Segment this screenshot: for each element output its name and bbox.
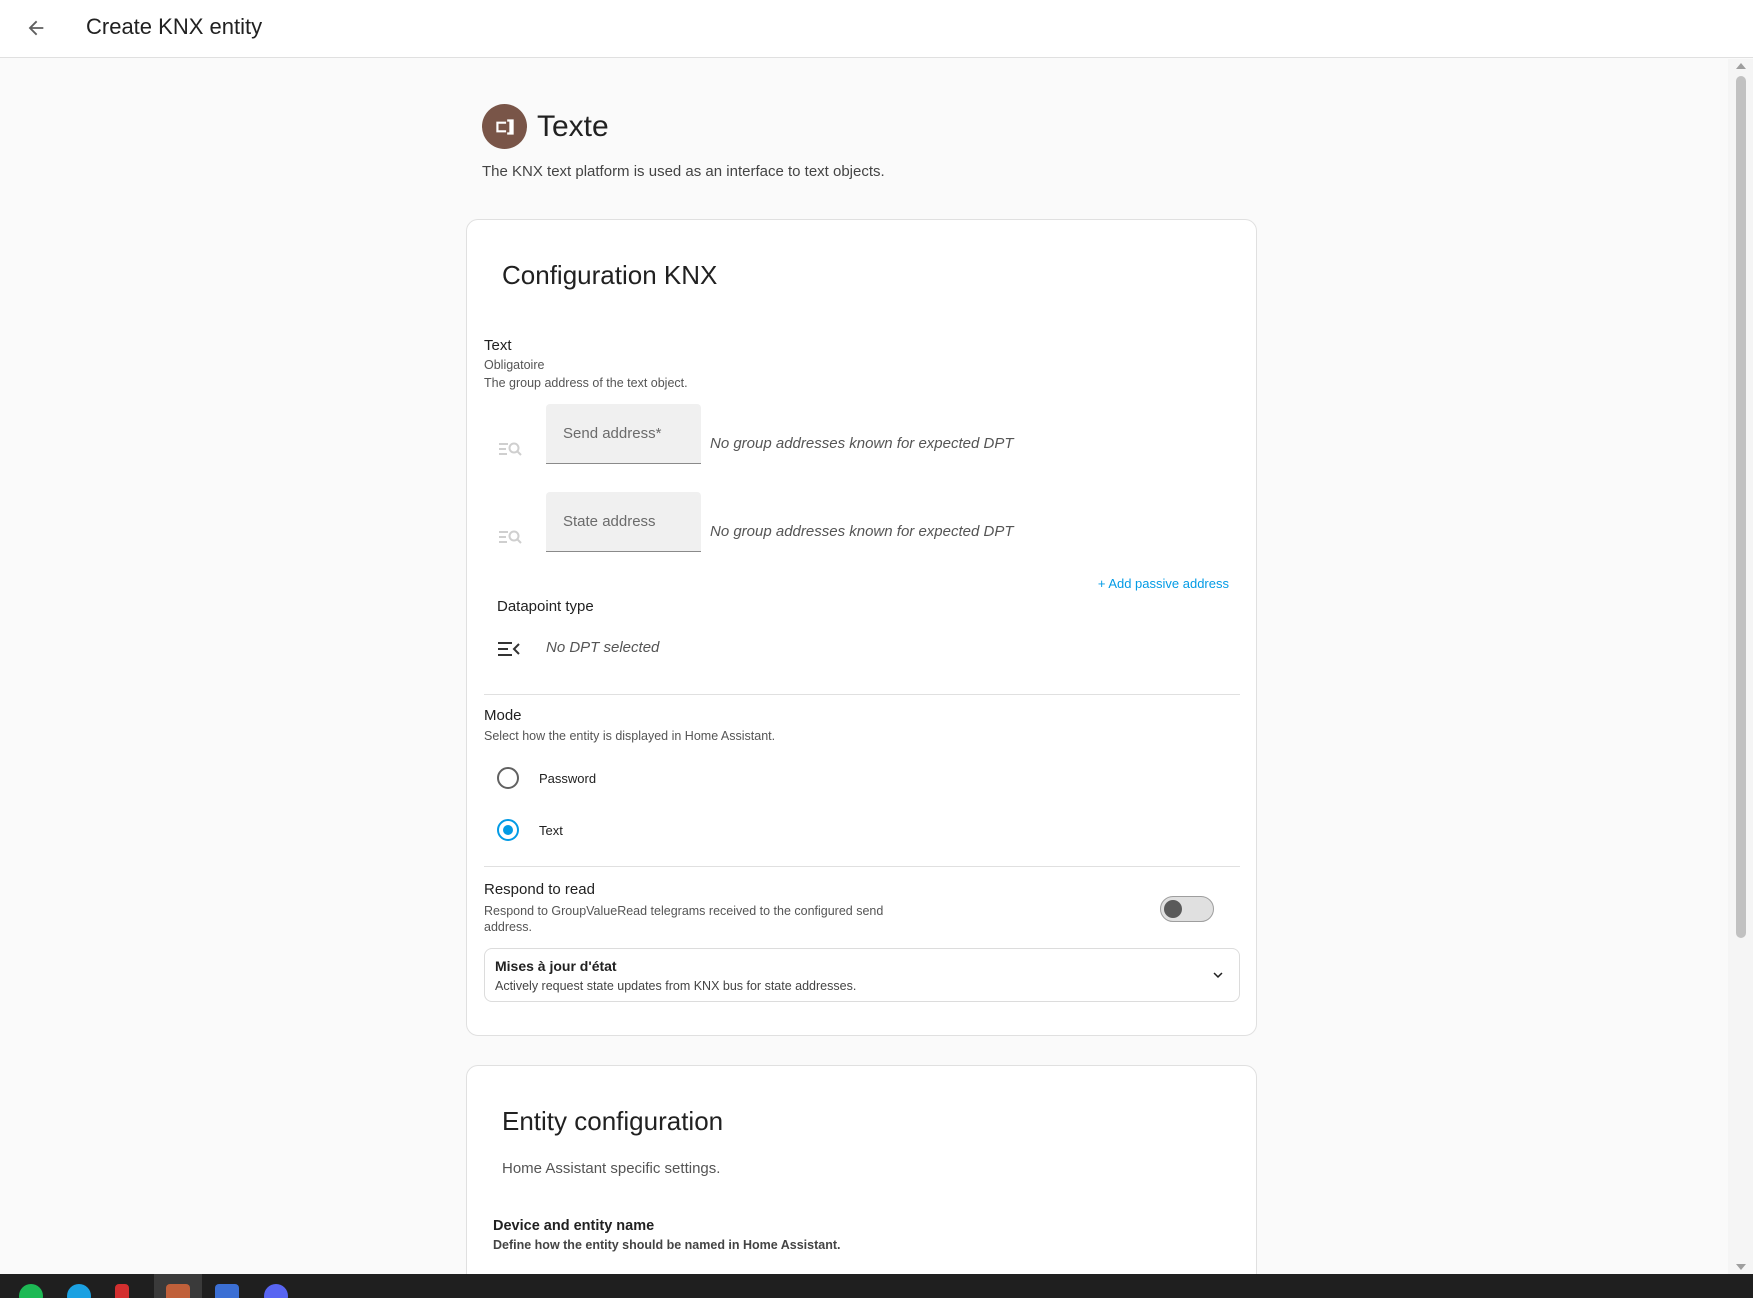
- search-list-icon[interactable]: [497, 526, 523, 546]
- text-field-label: Text: [484, 337, 512, 354]
- entity-configuration-card: Entity configuration Home Assistant spec…: [466, 1065, 1257, 1274]
- search-list-icon[interactable]: [497, 438, 523, 458]
- respond-to-read-toggle[interactable]: [1160, 896, 1214, 922]
- main-content[interactable]: Texte The KNX text platform is used as a…: [0, 59, 1728, 1274]
- entity-card-description: Home Assistant specific settings.: [502, 1160, 721, 1177]
- chevron-down-icon: [1213, 972, 1223, 978]
- spotify-icon[interactable]: [19, 1284, 43, 1298]
- respond-to-read-label: Respond to read: [484, 881, 595, 898]
- app-active-icon[interactable]: [166, 1284, 190, 1298]
- state-address-placeholder: State address: [563, 513, 656, 530]
- state-updates-title: Mises à jour d'état: [495, 958, 617, 974]
- edge-icon[interactable]: [67, 1284, 91, 1298]
- device-name-label: Device and entity name: [493, 1218, 655, 1234]
- toggle-knob: [1164, 900, 1182, 918]
- send-address-placeholder: Send address*: [563, 425, 662, 442]
- scroll-up-arrow-icon[interactable]: [1736, 63, 1746, 69]
- radio-label: Text: [539, 822, 563, 838]
- taskbar: [0, 1274, 1753, 1298]
- knx-configuration-card: Configuration KNX Text Obligatoire The g…: [466, 219, 1257, 1036]
- knx-card-title: Configuration KNX: [502, 260, 718, 290]
- mode-label: Mode: [484, 707, 522, 724]
- device-name-description: Define how the entity should be named in…: [493, 1238, 841, 1252]
- mode-option-text[interactable]: Text: [497, 819, 563, 841]
- top-app-bar: Create KNX entity: [0, 0, 1753, 58]
- text-field-required: Obligatoire: [484, 358, 545, 372]
- vertical-scrollbar[interactable]: [1728, 59, 1753, 1274]
- discord-icon[interactable]: [264, 1284, 288, 1298]
- entity-card-title: Entity configuration: [502, 1106, 724, 1136]
- dpt-label: Datapoint type: [497, 598, 594, 615]
- radio-label: Password: [539, 770, 597, 786]
- mode-option-password[interactable]: Password: [497, 767, 596, 789]
- page-title: Create KNX entity: [86, 14, 263, 39]
- state-updates-expander[interactable]: Mises à jour d'état Actively request sta…: [484, 948, 1240, 1002]
- text-box-icon: [482, 104, 527, 149]
- arrow-left-icon: [28, 20, 44, 36]
- platform-name: Texte: [537, 109, 609, 143]
- app-red-icon[interactable]: [115, 1284, 129, 1298]
- platform-description: The KNX text platform is used as an inte…: [482, 163, 885, 180]
- scrollbar-thumb[interactable]: [1736, 76, 1746, 938]
- radio-button[interactable]: [497, 767, 519, 789]
- back-button[interactable]: [20, 12, 52, 44]
- mode-description: Select how the entity is displayed in Ho…: [484, 729, 776, 743]
- divider: [484, 866, 1240, 867]
- radio-button-checked[interactable]: [497, 819, 519, 841]
- respond-to-read-description: Respond to GroupValueRead telegrams rece…: [484, 904, 884, 934]
- scroll-down-arrow-icon[interactable]: [1736, 1264, 1746, 1270]
- divider: [484, 694, 1240, 695]
- dpt-note: No DPT selected: [546, 639, 660, 656]
- state-address-note: No group addresses known for expected DP…: [710, 523, 1014, 540]
- terminal-icon[interactable]: [215, 1284, 239, 1298]
- send-address-note: No group addresses known for expected DP…: [710, 435, 1014, 452]
- platform-header: Texte: [482, 104, 609, 149]
- text-field-description: The group address of the text object.: [484, 376, 688, 390]
- dpt-select-icon[interactable]: [497, 639, 521, 659]
- add-passive-address-link[interactable]: + Add passive address: [1098, 576, 1229, 591]
- state-address-input[interactable]: State address: [546, 492, 701, 552]
- send-address-input[interactable]: Send address*: [546, 404, 701, 464]
- state-updates-description: Actively request state updates from KNX …: [495, 979, 857, 993]
